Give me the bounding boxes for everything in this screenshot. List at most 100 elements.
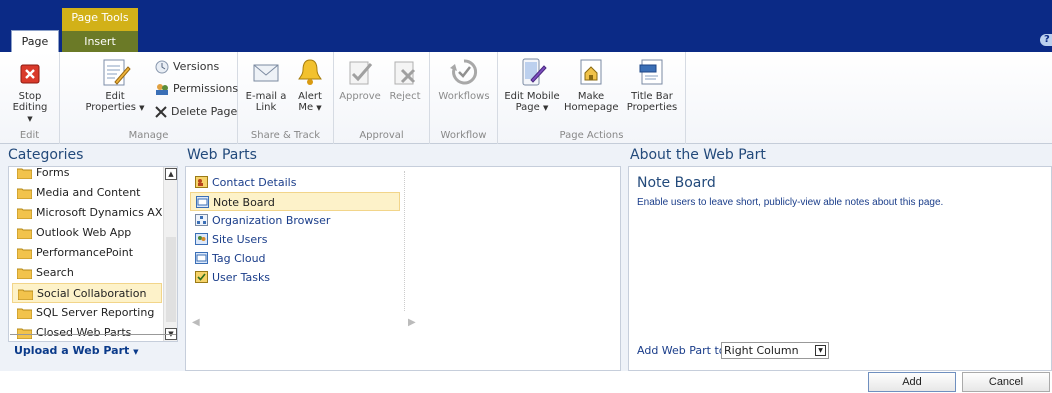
make-homepage-label-2: Homepage bbox=[564, 102, 619, 113]
footer: Add Cancel bbox=[0, 371, 1052, 393]
title-bar-properties-button[interactable]: Title Bar Properties bbox=[622, 56, 682, 113]
web-part-item-selected[interactable]: Note Board bbox=[190, 192, 400, 211]
workflows-button[interactable]: Workflows bbox=[434, 56, 494, 102]
ribbon-group-label-share-track: Share & Track bbox=[250, 130, 321, 141]
homepage-icon bbox=[580, 59, 602, 85]
web-parts-list: Contact Details Note Board Organization … bbox=[185, 166, 621, 371]
tab-insert[interactable]: Insert bbox=[62, 31, 138, 52]
edit-mobile-page-button[interactable]: Edit Mobile Page ▼ bbox=[502, 56, 562, 114]
chevron-down-icon: ▼ bbox=[139, 104, 145, 112]
chevron-down-icon: ▼ bbox=[543, 104, 549, 112]
edit-mobile-page-label-1: Edit Mobile bbox=[504, 91, 560, 102]
category-label: Closed Web Parts bbox=[36, 326, 132, 339]
stop-editing-icon bbox=[20, 64, 40, 84]
site-users-icon bbox=[195, 233, 208, 245]
web-part-item[interactable]: Organization Browser bbox=[190, 211, 400, 230]
add-web-part-to-select[interactable]: Right Column ▼ bbox=[721, 342, 829, 359]
help-icon[interactable]: ? bbox=[1040, 34, 1052, 46]
category-item[interactable]: Search bbox=[12, 263, 162, 283]
categories-scrollbar[interactable]: ▲ ▼ bbox=[163, 167, 177, 341]
delete-icon bbox=[155, 106, 167, 118]
delete-page-label: Delete Page bbox=[171, 105, 238, 118]
tab-page[interactable]: Page bbox=[11, 30, 59, 53]
cancel-button[interactable]: Cancel bbox=[962, 372, 1050, 392]
ribbon-group-edit: Stop Editing ▼ Edit bbox=[0, 52, 60, 144]
email-link-button[interactable]: E-mail a Link bbox=[242, 56, 290, 113]
web-part-label: Site Users bbox=[212, 233, 268, 246]
ribbon-group-share-track: E-mail a Link Alert Me ▼ Share & Track bbox=[238, 52, 334, 144]
delete-page-button[interactable]: Delete Page bbox=[154, 103, 237, 121]
web-part-name: Note Board bbox=[637, 175, 716, 191]
category-item-selected[interactable]: Social Collaboration bbox=[12, 283, 162, 303]
email-link-label-2: Link bbox=[255, 102, 277, 113]
category-label: SQL Server Reporting bbox=[36, 306, 155, 319]
chevron-down-icon[interactable]: ▼ bbox=[815, 345, 826, 356]
upload-web-part-link[interactable]: Upload a Web Part ▼ bbox=[14, 344, 139, 357]
category-label: Microsoft Dynamics AX bbox=[36, 206, 163, 219]
approve-button[interactable]: Approve bbox=[338, 56, 382, 102]
ribbon-group-label-manage: Manage bbox=[128, 130, 169, 141]
about-panel: Note Board Enable users to leave short, … bbox=[628, 166, 1052, 371]
versions-label: Versions bbox=[173, 60, 220, 73]
ribbon-group-workflow: Workflows Workflow bbox=[430, 52, 498, 144]
web-part-label: User Tasks bbox=[212, 271, 271, 284]
next-page-icon[interactable]: ▶ bbox=[408, 317, 416, 328]
versions-button[interactable]: Versions bbox=[154, 58, 219, 76]
category-item[interactable]: Media and Content bbox=[12, 183, 162, 203]
organization-browser-icon bbox=[195, 214, 208, 226]
divider bbox=[10, 334, 176, 335]
stop-editing-button[interactable]: Stop Editing ▼ bbox=[2, 56, 58, 125]
scroll-up-icon[interactable]: ▲ bbox=[165, 168, 177, 180]
category-item[interactable]: Outlook Web App bbox=[12, 223, 162, 243]
folder-icon bbox=[17, 168, 32, 179]
web-part-item[interactable]: Contact Details bbox=[190, 173, 400, 192]
permissions-icon bbox=[156, 84, 168, 95]
alert-me-button[interactable]: Alert Me ▼ bbox=[290, 56, 330, 114]
add-button[interactable]: Add bbox=[868, 372, 956, 392]
category-item[interactable]: Microsoft Dynamics AX bbox=[12, 203, 162, 223]
web-part-item[interactable]: Tag Cloud bbox=[190, 249, 400, 268]
permissions-label: Permissions bbox=[173, 82, 239, 95]
folder-icon bbox=[17, 228, 32, 239]
workflow-icon bbox=[450, 59, 478, 85]
scrollbar-thumb[interactable] bbox=[166, 237, 176, 322]
title-bar-properties-label-1: Title Bar bbox=[631, 91, 673, 102]
add-web-part-to-value: Right Column bbox=[724, 344, 799, 357]
ribbon-group-label-page-actions: Page Actions bbox=[559, 130, 624, 141]
folder-icon bbox=[17, 308, 32, 319]
web-parts-title: Web Parts bbox=[187, 147, 257, 163]
category-item[interactable]: Forms bbox=[12, 163, 162, 183]
web-part-label: Tag Cloud bbox=[212, 252, 266, 265]
web-part-item[interactable]: Site Users bbox=[190, 230, 400, 249]
category-item[interactable]: Closed Web Parts bbox=[12, 323, 162, 343]
previous-page-icon[interactable]: ◀ bbox=[192, 317, 200, 328]
web-part-adder: Categories Forms Media and Content Micro… bbox=[0, 144, 1052, 371]
web-part-label: Contact Details bbox=[212, 176, 297, 189]
category-label: Search bbox=[36, 266, 74, 279]
web-part-item[interactable]: User Tasks bbox=[190, 268, 400, 287]
ribbon-group-page-actions: Edit Mobile Page ▼ Make Homepage Title B… bbox=[498, 52, 686, 144]
ribbon-group-label-edit: Edit bbox=[19, 130, 40, 141]
reject-icon bbox=[394, 61, 416, 85]
web-part-label: Organization Browser bbox=[212, 214, 331, 227]
edit-mobile-page-icon bbox=[522, 58, 547, 86]
versions-icon bbox=[155, 60, 169, 74]
bell-icon bbox=[298, 59, 322, 85]
categories-title: Categories bbox=[8, 147, 84, 163]
permissions-button[interactable]: Permissions bbox=[154, 80, 238, 98]
about-title: About the Web Part bbox=[630, 147, 766, 163]
user-tasks-icon bbox=[195, 271, 208, 283]
category-label: Media and Content bbox=[36, 186, 141, 199]
note-board-icon bbox=[196, 196, 209, 208]
category-item[interactable]: PerformancePoint bbox=[12, 243, 162, 263]
upload-web-part-label: Upload a Web Part bbox=[14, 344, 130, 357]
edit-properties-button[interactable]: Edit Properties ▼ bbox=[84, 56, 146, 114]
web-part-description: Enable users to leave short, publicly-vi… bbox=[637, 197, 944, 208]
category-item[interactable]: SQL Server Reporting bbox=[12, 303, 162, 323]
reject-button[interactable]: Reject bbox=[384, 56, 426, 102]
ribbon-group-approval: Approve Reject Approval bbox=[334, 52, 430, 144]
make-homepage-button[interactable]: Make Homepage bbox=[564, 56, 619, 113]
folder-icon bbox=[17, 248, 32, 259]
category-label: Forms bbox=[36, 166, 70, 179]
chevron-down-icon: ▼ bbox=[316, 104, 322, 112]
